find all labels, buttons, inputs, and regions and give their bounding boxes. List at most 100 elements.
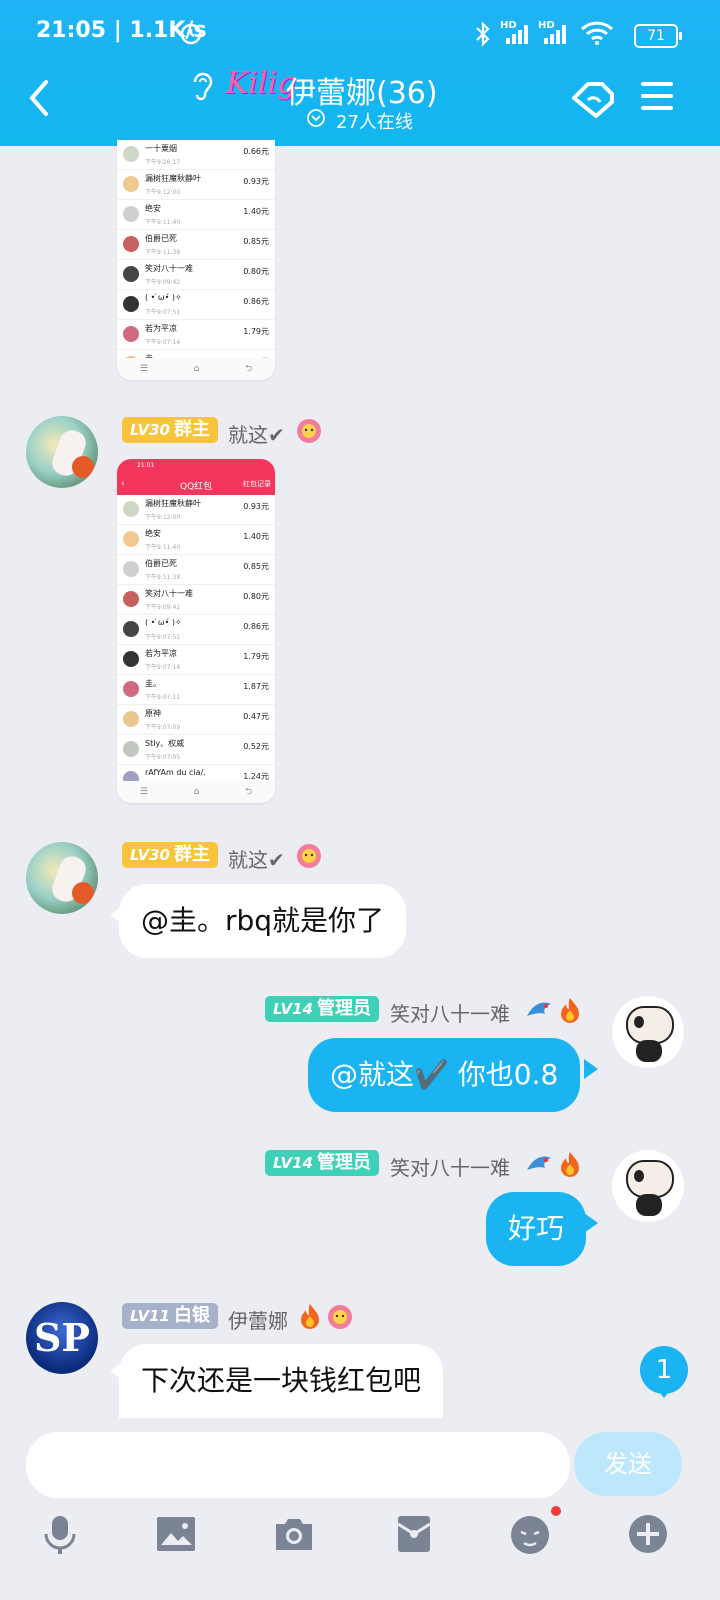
image-icon[interactable] (154, 1512, 198, 1556)
row-avatar (123, 176, 139, 192)
signal-icon-2 (544, 25, 566, 44)
row-avatar (123, 561, 139, 577)
avatar[interactable] (612, 996, 684, 1068)
message-bubble[interactable]: 好巧 (486, 1192, 587, 1266)
row-time: 下午9:07:05 (145, 754, 181, 761)
row-avatar (123, 266, 139, 282)
screenshot-image-2[interactable]: 21:01 ‹ QQ红包 红包记录 漏树狂魔秋静叶 下午9:12:00 0.93元绝… (117, 459, 275, 803)
row-avatar (123, 236, 139, 252)
sender-name[interactable]: 伊蕾娜 (228, 1305, 288, 1334)
red-packet-row: ( • ̀ω•́ )✧ 下午9:07:51 0.86元 (117, 290, 275, 320)
row-avatar (123, 206, 139, 222)
row-name: 漏树狂魔秋静叶 (145, 499, 201, 508)
row-amount: 0.80元 (243, 592, 269, 601)
row-name: 伯爵已死 (145, 234, 177, 243)
sender-name[interactable]: 笑对八十一难 (390, 998, 510, 1027)
row-avatar (123, 681, 139, 697)
alarm-icon (180, 23, 202, 45)
row-time: 下午9:07:09 (145, 724, 181, 731)
message-bubble[interactable]: @圭。rbq就是你了 (119, 884, 407, 958)
badge-level: LV14 (273, 1000, 313, 1018)
level-badge: LV30 群主 (122, 842, 218, 868)
flower-icon (328, 1305, 352, 1329)
flower-icon (297, 844, 321, 868)
row-time: 下午9:26:17 (145, 159, 181, 166)
message-input[interactable] (26, 1432, 570, 1498)
red-packet-row: 笑对八十一难 下午9:09:42 0.80元 (117, 260, 275, 290)
dragon-icon (527, 1002, 551, 1016)
sender-name[interactable]: 就这✔ (228, 419, 285, 448)
row-name: 圭。 (145, 679, 161, 688)
row-amount: 0.86元 (243, 622, 269, 631)
red-packet-row: 笑对八十一难 下午9:09:42 0.80元 (117, 585, 275, 615)
send-button[interactable]: 发送 (574, 1432, 682, 1496)
row-amount: 0.52元 (243, 742, 269, 751)
shot2-right: 红包记录 (243, 480, 271, 488)
tag-icon[interactable] (570, 78, 616, 120)
menu-icon[interactable] (640, 80, 674, 112)
row-time: 下午9:07:11 (145, 694, 181, 701)
row-avatar (123, 741, 139, 757)
camera-icon[interactable] (272, 1512, 316, 1556)
row-avatar (123, 621, 139, 637)
row-avatar (123, 501, 139, 517)
row-name: 一十粟烟 (145, 144, 177, 153)
row-amount: 0.47元 (243, 712, 269, 721)
bubble-tail (584, 1059, 598, 1079)
row-avatar (123, 296, 139, 312)
bluetooth-icon (476, 21, 490, 47)
row-amount: 1.40元 (243, 207, 269, 216)
badge-role: 白银 (173, 1305, 210, 1326)
plus-icon[interactable] (626, 1512, 670, 1556)
row-time: 下午9:11:38 (145, 574, 181, 581)
ear-icon[interactable] (190, 70, 214, 102)
row-amount: 1.79元 (243, 652, 269, 661)
row-time: 下午9:07:51 (145, 634, 181, 641)
shot2-back-icon: ‹ (121, 479, 125, 489)
last-message-clip: 下次还是一块钱红包吧 (0, 1340, 720, 1418)
red-packet-row: ( • ̀ω•́ )✧ 下午9:07:51 0.86元 (117, 615, 275, 645)
sender-name[interactable]: 笑对八十一难 (390, 1152, 510, 1181)
row-amount: 1.87元 (243, 682, 269, 691)
row-avatar (123, 146, 139, 162)
dragon-icon (527, 1156, 551, 1170)
message-bubble[interactable]: @就这✔️ 你也0.8 (308, 1038, 581, 1112)
microphone-icon[interactable] (38, 1512, 82, 1556)
row-name: 笑对八十一难 (145, 264, 193, 273)
unread-count-badge[interactable]: 1 (640, 1346, 688, 1394)
avatar[interactable] (612, 1150, 684, 1222)
row-amount: 0.85元 (243, 562, 269, 571)
row-name: ( • ̀ω•́ )✧ (145, 618, 182, 627)
row-amount: 0.86元 (243, 297, 269, 306)
row-name: 漏树狂魔秋静叶 (145, 174, 201, 183)
red-packet-icon[interactable] (392, 1512, 436, 1556)
back-icon[interactable] (26, 78, 50, 118)
level-badge: LV30 群主 (122, 417, 218, 443)
row-avatar (123, 531, 139, 547)
sender-name[interactable]: 就这✔ (228, 844, 285, 873)
red-packet-row: 若为平凉 下午9:07:14 1.79元 (117, 645, 275, 675)
avatar[interactable] (26, 842, 98, 914)
row-name: ( • ̀ω•́ )✧ (145, 293, 182, 302)
fire-icon (561, 1152, 579, 1177)
red-packet-row: 绝安 下午9:11:40 1.40元 (117, 525, 275, 555)
message-bubble[interactable]: 下次还是一块钱红包吧 (119, 1344, 444, 1418)
fire-icon (301, 1304, 319, 1329)
row-time: 下午9:09:42 (145, 604, 181, 611)
online-count[interactable]: 27人在线 (336, 108, 413, 134)
chat-header: 21:05 | 1.1K/s HD HD 71 Kilig 伊蕾娜(36) 27… (0, 0, 720, 146)
emoji-icon[interactable] (508, 1512, 552, 1556)
screenshot-image-1[interactable]: 一十粟烟 下午9:26:17 0.66元 漏树狂魔秋静叶 下午9:12:00 0.93元绝… (117, 140, 275, 380)
row-name: 若为平凉 (145, 649, 177, 658)
row-name: 笑对八十一难 (145, 589, 193, 598)
red-packet-row: 若为平凉 下午9:07:14 1.79元 (117, 320, 275, 350)
signal-icon-1 (506, 25, 528, 44)
avatar[interactable] (26, 416, 98, 488)
red-packet-row: 漏树狂魔秋静叶 下午9:12:00 0.93元 (117, 495, 275, 525)
flower-icon (297, 419, 321, 443)
row-name: 伯爵已死 (145, 559, 177, 568)
row-time: 下午9:07:14 (145, 339, 181, 346)
red-packet-row: 绝安 下午9:11:40 1.40元 (117, 200, 275, 230)
shot2-header: 21:01 ‹ QQ红包 红包记录 (117, 459, 275, 495)
row-name: 绝安 (145, 204, 161, 213)
